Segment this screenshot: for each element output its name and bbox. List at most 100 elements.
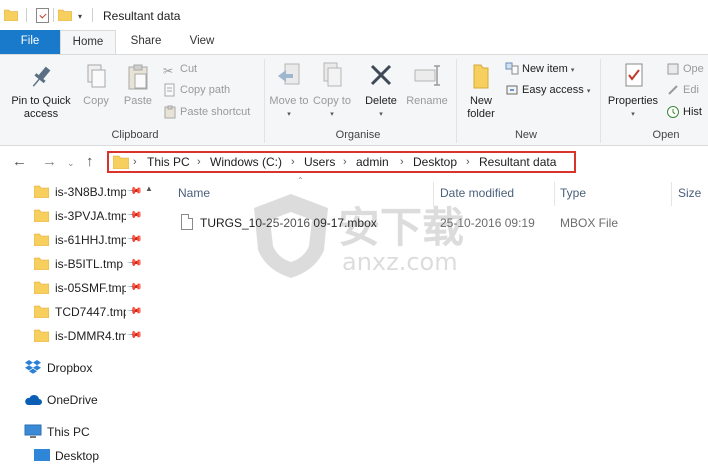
properties-icon[interactable]	[36, 8, 49, 23]
breadcrumb-separator-icon[interactable]: ›	[343, 155, 347, 169]
copy-path-button[interactable]: Copy path	[163, 81, 230, 99]
properties-dropdown-icon: ▾	[631, 111, 635, 118]
sidebar-item-label: This PC	[47, 425, 90, 439]
new-item-dropdown-icon: ▾	[570, 67, 575, 74]
move-to-icon	[278, 63, 300, 85]
column-divider[interactable]	[554, 182, 555, 206]
paste-shortcut-label: Paste shortcut	[180, 106, 251, 118]
folder-icon	[113, 155, 129, 169]
recent-locations-chevron-icon[interactable]: ⌄	[67, 156, 75, 171]
forward-arrow-icon[interactable]: →	[42, 154, 57, 169]
sidebar-item-label: is-B5ITL.tmp	[55, 257, 124, 271]
breadcrumb-windows-c[interactable]: Windows (C:)	[210, 155, 282, 169]
delete-x-icon	[370, 64, 392, 86]
tab-share[interactable]: Share	[124, 30, 168, 54]
column-header-size[interactable]: Size	[678, 186, 701, 200]
up-arrow-icon[interactable]: ↑	[86, 154, 94, 169]
move-to-dropdown-icon: ▾	[287, 111, 291, 118]
sidebar-item-is-3pvja[interactable]: is-3PVJA.tmp 📌	[0, 204, 158, 228]
sidebar-item-is-61hhj[interactable]: is-61HHJ.tmp 📌	[0, 228, 158, 252]
paste-button[interactable]: Paste	[118, 63, 158, 108]
column-divider[interactable]	[671, 182, 672, 206]
sidebar-item-onedrive[interactable]: OneDrive	[24, 388, 158, 412]
sidebar-item-dropbox[interactable]: Dropbox	[24, 356, 158, 380]
new-item-button[interactable]: New item ▾	[505, 60, 574, 78]
breadcrumb-separator-icon[interactable]: ›	[400, 155, 404, 169]
sidebar-item-is-05smf[interactable]: is-05SMF.tmp 📌	[0, 276, 158, 300]
column-divider[interactable]	[433, 182, 434, 206]
breadcrumb-separator-icon[interactable]: ›	[197, 155, 201, 169]
properties-icon	[625, 63, 643, 87]
folder-icon[interactable]	[4, 9, 18, 21]
pin-icon: 📌	[125, 231, 143, 248]
pin-icon: 📌	[125, 183, 143, 200]
pin-icon: 📌	[125, 327, 143, 344]
delete-button[interactable]: Delete ▾	[360, 61, 402, 121]
onedrive-cloud-icon	[25, 394, 42, 405]
history-button[interactable]: Hist	[666, 103, 702, 121]
new-folder-icon	[473, 64, 489, 89]
sidebar-item-is-3n8bj[interactable]: is-3N8BJ.tmp 📌	[0, 180, 158, 204]
breadcrumb-separator-icon[interactable]: ›	[291, 155, 295, 169]
move-to-button[interactable]: Move to ▾	[268, 61, 310, 121]
dropbox-icon	[25, 360, 41, 374]
open-group-label: Open	[652, 129, 680, 141]
desktop-icon	[34, 449, 50, 461]
column-header-date-modified[interactable]: Date modified	[440, 186, 514, 200]
sidebar-item-this-pc[interactable]: This PC	[24, 420, 158, 444]
column-header-name[interactable]: Name	[178, 186, 210, 200]
copy-label: Copy	[83, 95, 109, 107]
move-to-label: Move to	[269, 95, 309, 107]
easy-access-button[interactable]: Easy access ▾	[505, 81, 590, 99]
breadcrumb-resultant-data[interactable]: Resultant data	[479, 155, 556, 169]
sidebar-item-label: is-3N8BJ.tmp	[55, 185, 126, 199]
group-divider	[456, 59, 457, 143]
customize-toolbar-dropdown-icon[interactable]: ▾	[78, 12, 82, 21]
new-folder-button[interactable]: New folder	[460, 61, 502, 121]
paste-label: Paste	[123, 95, 153, 107]
copy-to-button[interactable]: Copy to ▾	[312, 61, 352, 121]
organise-group-label: Organise	[335, 129, 381, 141]
pin-to-quick-access-button[interactable]: Pin to Quick access	[4, 63, 78, 121]
column-header-type[interactable]: Type	[560, 186, 586, 200]
paste-shortcut-button[interactable]: Paste shortcut	[163, 103, 250, 121]
address-bar[interactable]: › This PC › Windows (C:) › Users › admin…	[107, 151, 576, 173]
folder-icon	[34, 281, 49, 294]
breadcrumb-separator-icon[interactable]: ›	[133, 155, 137, 169]
tab-file[interactable]: File	[0, 30, 60, 54]
breadcrumb-admin[interactable]: admin	[356, 155, 389, 169]
history-label: Hist	[683, 106, 702, 118]
copy-button[interactable]: Copy	[78, 63, 114, 108]
rename-button[interactable]: Rename	[404, 61, 450, 108]
computer-icon	[24, 424, 42, 438]
sidebar-item-is-b5itl[interactable]: is-B5ITL.tmp 📌	[0, 252, 158, 276]
open-button[interactable]: Ope	[666, 60, 704, 78]
scissors-icon: ✂	[163, 64, 174, 79]
tab-home[interactable]: Home	[60, 30, 116, 55]
cut-button[interactable]: ✂ Cut	[163, 60, 197, 78]
new-folder-label: New folder	[467, 95, 495, 120]
copy-to-label: Copy to	[313, 95, 351, 107]
sidebar-item-tcd7447[interactable]: TCD7447.tmp 📌	[0, 300, 158, 324]
breadcrumb-users[interactable]: Users	[304, 155, 335, 169]
back-arrow-icon[interactable]: ←	[12, 154, 27, 169]
history-icon	[667, 106, 679, 119]
folder-icon	[34, 257, 49, 270]
toolbar-divider	[26, 8, 27, 22]
scroll-up-arrow-icon[interactable]: ▲	[145, 184, 153, 193]
open-label: Ope	[683, 63, 704, 75]
ribbon-tabs: File Home Share View	[0, 30, 708, 55]
new-folder-icon[interactable]	[58, 9, 72, 21]
file-row[interactable]: TURGS_10-25-2016 09-17.mbox 25-10-2016 0…	[174, 212, 708, 234]
edit-button[interactable]: Edi	[666, 81, 699, 99]
properties-button[interactable]: Properties ▾	[604, 61, 662, 121]
sidebar-scrollbar[interactable]: ▲	[142, 178, 158, 469]
new-item-icon	[505, 62, 519, 75]
breadcrumb-this-pc[interactable]: This PC	[147, 155, 190, 169]
breadcrumb-separator-icon[interactable]: ›	[466, 155, 470, 169]
sort-ascending-icon: ⌃	[297, 176, 304, 185]
window-title: Resultant data	[103, 9, 181, 23]
breadcrumb-desktop[interactable]: Desktop	[413, 155, 457, 169]
sidebar-item-is-dmmr4[interactable]: is-DMMR4.tm 📌	[0, 324, 158, 348]
tab-view[interactable]: View	[180, 30, 224, 54]
